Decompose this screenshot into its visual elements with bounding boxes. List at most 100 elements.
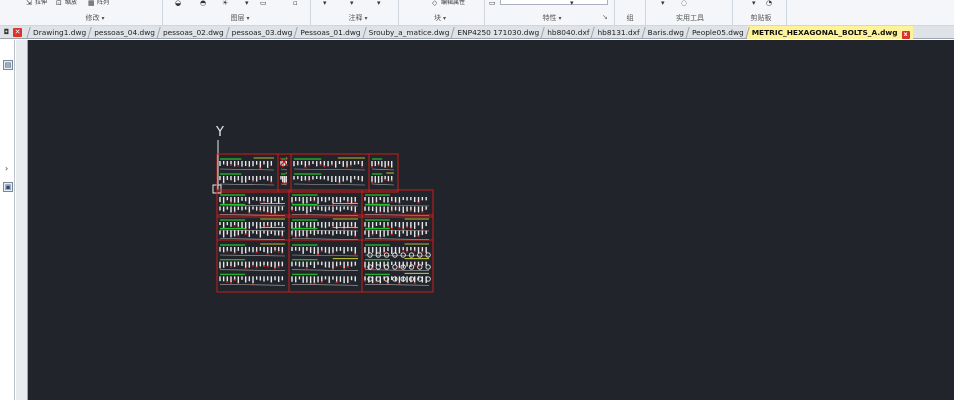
group-clipboard-label: 剪贴板 xyxy=(750,14,772,22)
drawing-canvas[interactable]: Y xyxy=(28,40,954,400)
bolt-dimension-mark xyxy=(364,267,366,270)
bolt-dimension-mark xyxy=(252,265,254,267)
text-tool-icon[interactable]: ▾ xyxy=(323,0,327,6)
group-modify[interactable]: 修改 ▾ xyxy=(55,12,135,24)
group-groups[interactable]: 组 xyxy=(616,12,644,24)
bolt-dimension-mark xyxy=(266,265,269,268)
file-tab[interactable]: hb8131.dxf xyxy=(592,26,642,39)
bolt-dimension-mark xyxy=(361,166,364,168)
file-tab[interactable]: Baris.dwg xyxy=(643,26,687,39)
file-tab[interactable]: pessoas_04.dwg xyxy=(89,26,158,39)
close-all-tabs-icon[interactable]: ✕ xyxy=(13,28,22,37)
group-annotation-dropdown-icon[interactable]: ▾ xyxy=(364,15,367,22)
bolt-dimension-mark xyxy=(252,180,254,183)
file-tab[interactable]: Pessoas_01.dwg xyxy=(295,26,363,39)
layer-tool-icon[interactable]: ◒ xyxy=(175,0,181,6)
bolt-dimension-mark xyxy=(331,268,334,270)
bolt-baseline xyxy=(364,229,430,232)
bolt-dimension-mark xyxy=(255,266,258,269)
bolt-dimension-mark xyxy=(371,181,373,184)
file-tab[interactable]: Srouby_a_matice.dwg xyxy=(364,26,453,39)
group-properties-dropdown-icon[interactable]: ▾ xyxy=(558,15,561,22)
bolt-dimension-mark xyxy=(313,200,316,203)
layer-properties-icon[interactable]: ▤ xyxy=(3,60,13,70)
leader-tool-icon[interactable]: ▾ xyxy=(377,0,381,6)
properties-dialog-launcher-icon[interactable]: ↘ xyxy=(602,13,608,21)
measure-tool-icon[interactable]: ▾ xyxy=(661,0,665,6)
array-button-label[interactable]: 阵列 xyxy=(97,0,109,6)
bolt-dimension-mark xyxy=(421,251,424,253)
design-center-icon[interactable]: ▣ xyxy=(3,182,13,192)
file-tab[interactable]: ENP4250 171030.dwg xyxy=(452,26,542,39)
edit-attribute-icon[interactable]: ◇ xyxy=(432,0,437,6)
bolt-dimension-mark xyxy=(259,167,262,170)
bolt-dimension-mark xyxy=(291,202,293,204)
bolt-dimension-mark xyxy=(379,211,382,214)
group-block-dropdown-icon[interactable]: ▾ xyxy=(443,15,446,22)
quick-calc-icon[interactable]: ◌ xyxy=(681,0,687,6)
scale-icon[interactable]: ⊡ xyxy=(56,0,62,6)
stretch-button-label[interactable]: 拉伸 xyxy=(35,0,47,6)
layer-match-icon[interactable]: ▾ xyxy=(245,0,249,6)
bolt-dimension-mark xyxy=(390,201,393,203)
nut-view-mark xyxy=(383,252,390,258)
bolt-dimension-mark xyxy=(277,266,280,268)
layer-state-icon[interactable]: ◓ xyxy=(200,0,206,6)
layer-walk-icon[interactable]: ▫ xyxy=(293,0,298,6)
stretch-icon[interactable]: ⇲ xyxy=(26,0,32,6)
nut-view-mark xyxy=(400,252,406,258)
file-tab[interactable]: METRIC_HEXAGONAL_BOLTS_A.dwg x xyxy=(746,26,913,39)
panel-splitter[interactable] xyxy=(16,40,28,400)
drawing-sheet-frame xyxy=(277,153,292,193)
file-tab[interactable]: pessoas_02.dwg xyxy=(158,26,227,39)
group-modify-dropdown-icon[interactable]: ▾ xyxy=(101,15,104,22)
bolt-dimension-mark xyxy=(230,201,232,204)
file-tab-label: Drawing1.dwg xyxy=(33,28,87,37)
bolt-dimension-mark xyxy=(248,212,251,214)
edit-attribute-label[interactable]: 编辑属性 xyxy=(441,0,465,6)
array-icon[interactable]: ▦ xyxy=(88,0,95,6)
group-annotation[interactable]: 注释 ▾ xyxy=(318,12,398,24)
scale-button-label[interactable]: 缩放 xyxy=(65,0,77,6)
bolt-dimension-mark xyxy=(371,234,374,236)
properties-icon[interactable]: ▭ xyxy=(489,0,496,6)
file-tab[interactable]: pessoas_03.dwg xyxy=(227,26,296,39)
group-layer-dropdown-icon[interactable]: ▾ xyxy=(246,15,249,22)
bolt-dimension-mark xyxy=(259,210,262,212)
group-block[interactable]: 块 ▾ xyxy=(400,12,480,24)
bolt-dimension-mark xyxy=(421,211,424,213)
bolt-dimension-mark xyxy=(320,250,323,252)
layer-iso-icon[interactable]: ▭ xyxy=(260,0,267,6)
property-combo[interactable] xyxy=(500,0,608,5)
dimension-tool-icon[interactable]: ▾ xyxy=(350,0,354,6)
bolt-dimension-mark xyxy=(263,265,265,267)
group-utilities-label: 实用工具 xyxy=(676,14,704,22)
file-tab[interactable]: Drawing1.dwg xyxy=(28,26,89,39)
bolt-dimension-mark xyxy=(398,227,401,229)
file-tab[interactable]: People05.dwg xyxy=(687,26,747,39)
cad-drawing[interactable]: Y xyxy=(28,40,954,400)
close-tab-icon[interactable]: x xyxy=(901,31,910,39)
tab-menu-icon[interactable]: ◘ xyxy=(2,28,11,37)
group-utilities[interactable]: 实用工具 xyxy=(650,12,730,24)
group-properties[interactable]: 特性 ▾ xyxy=(512,12,592,24)
bolt-dimension-mark xyxy=(375,202,378,204)
clipboard-icon[interactable]: ◔ xyxy=(766,0,772,6)
bolt-dimension-mark xyxy=(237,235,240,237)
left-side-panel: ▤ › ▣ xyxy=(0,40,15,400)
file-tab[interactable]: hb8040.dxf xyxy=(542,26,592,39)
layer-freeze-icon[interactable]: ☀ xyxy=(222,0,228,6)
property-combo-arrow-icon[interactable]: ▾ xyxy=(570,0,574,6)
group-block-label: 块 xyxy=(433,14,441,22)
bolt-baseline xyxy=(280,168,288,171)
group-clipboard[interactable]: 剪贴板 xyxy=(736,12,786,24)
bolt-dimension-mark xyxy=(266,253,269,255)
paste-tool-icon[interactable]: ▾ xyxy=(752,0,756,6)
bolt-dimension-mark xyxy=(335,281,338,284)
group-layer[interactable]: 图层 ▾ xyxy=(200,12,280,24)
bolt-dimension-mark xyxy=(338,182,341,185)
bolt-dimension-mark xyxy=(274,213,276,215)
bolt-dimension-mark xyxy=(266,225,269,228)
panel-expand-icon[interactable]: › xyxy=(5,164,8,173)
ribbon-separator xyxy=(310,0,311,26)
